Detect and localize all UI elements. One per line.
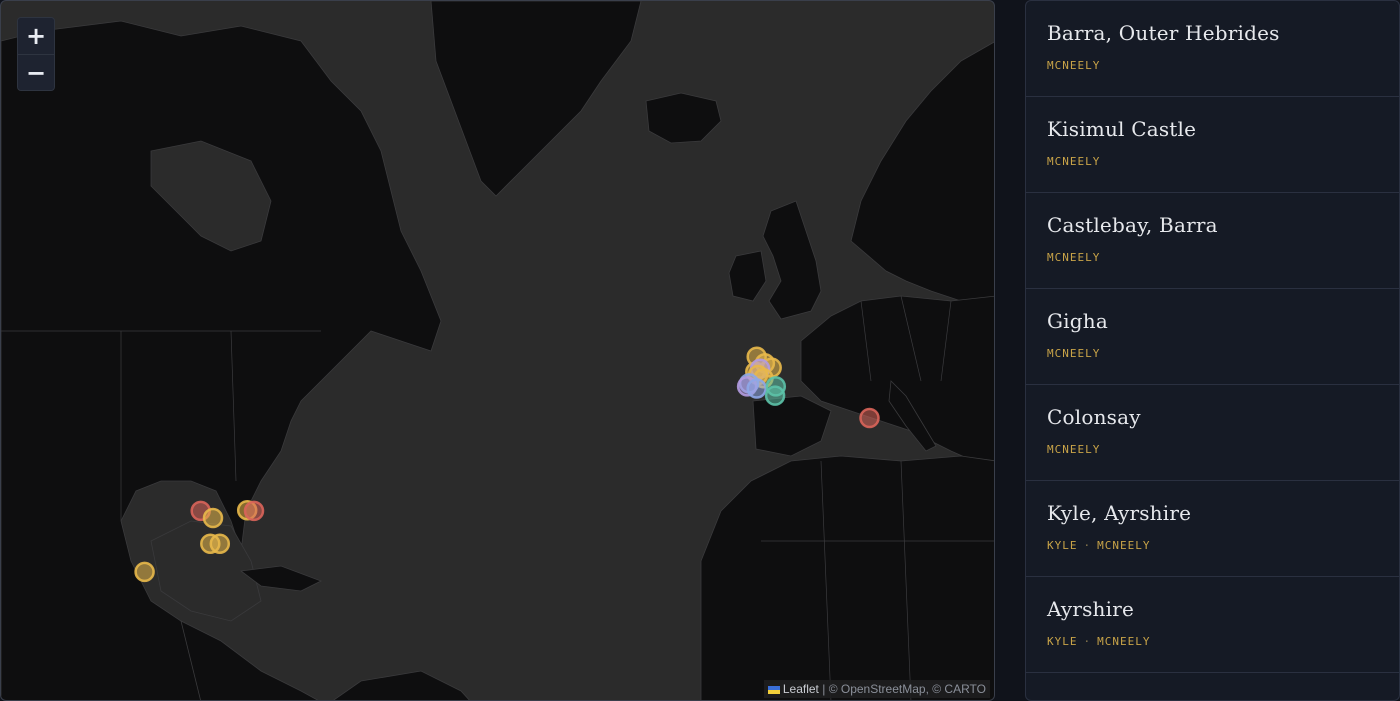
map-panel[interactable]: + − Leaflet | © OpenStreetMap, © CARTO — [0, 0, 995, 701]
place-name: Gigha — [1047, 309, 1108, 333]
zoom-control: + − — [17, 17, 55, 91]
map-marker[interactable] — [134, 561, 155, 583]
marker-overlay — [134, 346, 880, 583]
place-item[interactable]: Ayrshire KYLE · MCNEELY — [1026, 577, 1399, 673]
zoom-in-button[interactable]: + — [18, 18, 54, 54]
surname-tag: MCNEELY — [1047, 347, 1101, 360]
surname-tag: KYLE — [1047, 635, 1078, 648]
place-name: Castlebay, Barra — [1047, 213, 1218, 237]
place-item[interactable]: Castlebay, Barra MCNEELY — [1026, 193, 1399, 289]
map-attribution: Leaflet | © OpenStreetMap, © CARTO — [763, 680, 990, 698]
place-name: Colonsay — [1047, 405, 1141, 429]
place-item[interactable]: Colonsay MCNEELY — [1026, 385, 1399, 481]
map-marker[interactable] — [746, 378, 767, 399]
surname-tag: MCNEELY — [1047, 155, 1101, 168]
map-marker[interactable] — [764, 385, 786, 406]
tag-separator: · — [1083, 539, 1092, 552]
app-root: + − Leaflet | © OpenStreetMap, © CARTO B… — [0, 0, 1400, 701]
leaflet-link[interactable]: Leaflet — [783, 682, 819, 696]
osm-link[interactable]: © OpenStreetMap — [829, 682, 926, 696]
place-item[interactable]: Kisimul Castle MCNEELY — [1026, 97, 1399, 193]
surname-tag: KYLE — [1047, 539, 1078, 552]
surname-tag: MCNEELY — [1047, 59, 1101, 72]
place-tags: MCNEELY — [1047, 347, 1379, 360]
carto-link[interactable]: © CARTO — [932, 682, 986, 696]
surname-tag: MCNEELY — [1097, 539, 1151, 552]
place-tags: MCNEELY — [1047, 155, 1379, 168]
map-marker[interactable] — [859, 407, 880, 429]
tag-separator: · — [1083, 635, 1092, 648]
place-list: Barra, Outer Hebrides MCNEELY Kisimul Cast… — [1026, 1, 1399, 673]
map-marker[interactable] — [209, 533, 231, 554]
place-tags: KYLE · MCNEELY — [1047, 635, 1379, 648]
surname-tag: MCNEELY — [1097, 635, 1151, 648]
place-name: Kyle, Ayrshire — [1047, 501, 1192, 525]
attribution-separator: | — [818, 682, 829, 696]
place-tags: KYLE · MCNEELY — [1047, 539, 1379, 552]
surname-tag: MCNEELY — [1047, 443, 1101, 456]
map-marker[interactable] — [202, 507, 224, 529]
place-item[interactable]: Barra, Outer Hebrides MCNEELY — [1026, 1, 1399, 97]
place-tags: MCNEELY — [1047, 251, 1379, 264]
place-item[interactable]: Gigha MCNEELY — [1026, 289, 1399, 385]
ukraine-flag-icon — [767, 685, 780, 694]
places-sidebar: Barra, Outer Hebrides MCNEELY Kisimul Cast… — [1025, 0, 1400, 701]
place-tags: MCNEELY — [1047, 443, 1379, 456]
zoom-out-button[interactable]: − — [18, 54, 54, 90]
place-name: Barra, Outer Hebrides — [1047, 21, 1280, 45]
place-name: Ayrshire — [1047, 597, 1135, 621]
surname-tag: MCNEELY — [1047, 251, 1101, 264]
place-tags: MCNEELY — [1047, 59, 1379, 72]
map-marker[interactable] — [243, 500, 265, 522]
place-name: Kisimul Castle — [1047, 117, 1197, 141]
place-item[interactable]: Kyle, Ayrshire KYLE · MCNEELY — [1026, 481, 1399, 577]
